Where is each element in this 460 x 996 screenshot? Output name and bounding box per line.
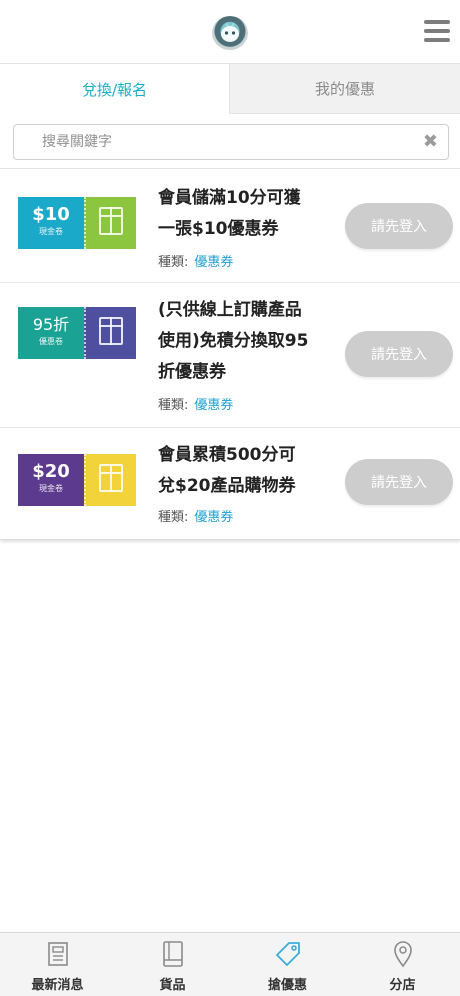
coupon-row[interactable]: 95折 優惠卷 (只供線上訂購產品 使用)免積分換取95 折優惠券 種類: 優惠券… xyxy=(0,283,460,428)
nav-item-products[interactable]: 貨品 xyxy=(115,933,230,996)
nav-label: 貨品 xyxy=(159,978,186,993)
clear-x-icon[interactable]: ✖ xyxy=(423,132,438,152)
coupon-row[interactable]: $10 現金卷 會員儲滿10分可獲 一張$10優惠券 種類: 優惠券 請先登入 xyxy=(0,169,460,283)
bottom-nav: 最新消息 貨品 搶優惠 分店 xyxy=(0,932,460,996)
coupon-image-amount-panel: 95折 優惠卷 xyxy=(18,307,84,359)
nav-label: 最新消息 xyxy=(31,978,84,993)
coupon-title: (只供線上訂購產品 使用)免積分換取95 折優惠券 xyxy=(158,295,338,388)
login-first-button[interactable]: 請先登入 xyxy=(345,331,453,377)
mascot-logo-icon[interactable] xyxy=(212,16,248,50)
gift-box-icon xyxy=(99,207,123,235)
nav-item-stores[interactable]: 分店 xyxy=(345,933,460,996)
login-first-button[interactable]: 請先登入 xyxy=(345,459,453,505)
coupon-row[interactable]: $20 現金卷 會員累積500分可 兌$20產品購物券 種類: 優惠券 請先登入 xyxy=(0,428,460,540)
coupon-title: 會員儲滿10分可獲 一張$10優惠券 xyxy=(158,183,338,245)
coupon-type-link[interactable]: 優惠券 xyxy=(194,255,233,270)
coupon-image[interactable]: $10 現金卷 xyxy=(18,197,136,249)
coupon-sub-label: 現金卷 xyxy=(39,227,63,236)
nav-label: 分店 xyxy=(389,978,416,993)
map-pin-icon xyxy=(393,941,412,968)
coupon-type-label: 種類: xyxy=(158,510,189,525)
coupon-type: 種類: 優惠券 xyxy=(158,394,233,413)
coupon-title: 會員累積500分可 兌$20產品購物券 xyxy=(158,440,338,502)
tag-icon xyxy=(275,942,300,966)
coupon-image-gift-panel xyxy=(84,197,136,249)
coupon-image-gift-panel xyxy=(84,307,136,359)
coupon-sub-label: 現金卷 xyxy=(39,484,63,493)
search-bar: ✖ xyxy=(13,124,449,160)
coupon-image-amount-panel: $20 現金卷 xyxy=(18,454,84,506)
gift-box-icon xyxy=(99,317,123,345)
nav-item-deals[interactable]: 搶優惠 xyxy=(230,933,345,996)
coupon-amount: 95折 xyxy=(32,315,70,334)
coupon-image[interactable]: $20 現金卷 xyxy=(18,454,136,506)
nav-label: 搶優惠 xyxy=(267,978,307,993)
book-icon xyxy=(162,941,183,967)
coupon-sub-label: 優惠卷 xyxy=(39,337,63,346)
coupon-image-amount-panel: $10 現金卷 xyxy=(18,197,84,249)
coupon-type-link[interactable]: 優惠券 xyxy=(194,398,233,413)
newspaper-icon xyxy=(47,942,68,966)
tab-bar: 兌換/報名 我的優惠 xyxy=(0,64,460,114)
coupon-amount: $10 xyxy=(32,204,70,225)
coupon-title-line: 使用)免積分換取95 xyxy=(158,331,309,351)
coupon-type-label: 種類: xyxy=(158,255,189,270)
tab-my-offers[interactable]: 我的優惠 xyxy=(230,64,460,114)
search-input[interactable] xyxy=(14,125,394,159)
coupon-title-line: 折優惠券 xyxy=(158,362,226,382)
tab-redeem-register[interactable]: 兌換/報名 xyxy=(0,64,230,114)
coupon-amount: $20 xyxy=(32,461,70,482)
coupon-type: 種類: 優惠券 xyxy=(158,251,233,270)
coupon-title-line: 兌$20產品購物券 xyxy=(158,476,296,496)
coupon-image[interactable]: 95折 優惠卷 xyxy=(18,307,136,359)
coupon-type-label: 種類: xyxy=(158,398,189,413)
gift-box-icon xyxy=(99,464,123,492)
coupon-title-line: 一張$10優惠券 xyxy=(158,219,279,239)
coupon-list: $10 現金卷 會員儲滿10分可獲 一張$10優惠券 種類: 優惠券 請先登入 9… xyxy=(0,168,460,540)
coupon-type-link[interactable]: 優惠券 xyxy=(194,510,233,525)
app-header xyxy=(0,0,460,64)
hamburger-menu-icon[interactable] xyxy=(424,20,450,42)
coupon-image-gift-panel xyxy=(84,454,136,506)
coupon-title-line: (只供線上訂購產品 xyxy=(158,300,302,320)
coupon-title-line: 會員累積500分可 xyxy=(158,445,296,465)
coupon-title-line: 會員儲滿10分可獲 xyxy=(158,188,301,208)
coupon-type: 種類: 優惠券 xyxy=(158,506,233,525)
login-first-button[interactable]: 請先登入 xyxy=(345,203,453,249)
nav-item-news[interactable]: 最新消息 xyxy=(0,933,115,996)
